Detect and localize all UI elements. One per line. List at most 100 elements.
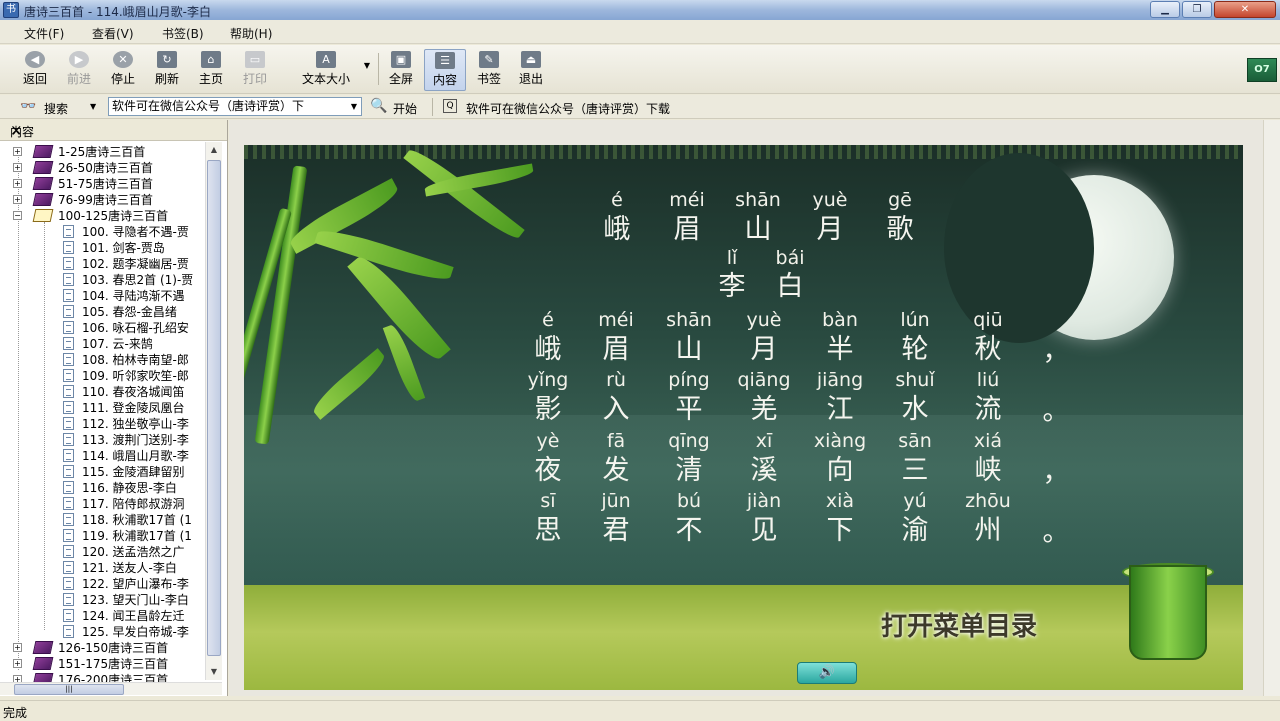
poem-char: 峨 [534,334,562,365]
tree-item-label: 112. 独坐敬亭山-李 [82,417,189,431]
expand-icon[interactable]: + [13,147,22,156]
forward-label: 前进 [66,72,91,86]
scroll-down-arrow[interactable]: ▼ [207,664,221,679]
refresh-icon: ↻ [157,51,177,68]
page-icon [63,449,74,462]
brand-logo: O7 [1247,58,1277,82]
tree-item-label: 115. 金陵酒肆留别 [82,465,185,479]
contents-button[interactable]: ☰ 内容 [424,49,466,91]
open-book-icon [32,209,54,222]
home-button[interactable]: ⌂ 主页 [192,49,230,91]
content-vertical-scrollbar[interactable] [1263,120,1280,696]
chevron-down-icon[interactable]: ▼ [347,98,361,115]
tree-item-label: 116. 静夜思-李白 [82,481,177,495]
expand-icon[interactable]: + [13,675,22,682]
collapse-icon[interactable]: − [13,211,22,220]
toolbar: ◀ 返回 ▶ 前进 ✕ 停止 ↻ 刷新 ⌂ 主页 ▭ 打印 A 文本大小 ▼ ▣ 全屏 ☰ 内容 … [0,45,1280,94]
title-char: 月 [816,214,844,245]
stop-button[interactable]: ✕ 停止 [104,49,142,91]
page-icon [63,497,74,510]
poem-char: 秋 [974,334,1002,365]
book-icon [32,657,54,670]
search-input-value: 软件可在微信公众号（唐诗评赏）下 [112,99,305,113]
bookmark-icon: ✎ [479,51,499,68]
close-icon[interactable]: × [10,121,213,139]
bookmarks-button[interactable]: ✎ 书签 [470,49,508,91]
expand-icon[interactable]: + [13,659,22,668]
print-button[interactable]: ▭ 打印 [236,49,274,91]
page-icon [63,257,74,270]
sidebar-scroll-thumb[interactable] [207,160,221,656]
tree-group-label: 1-25唐诗三百首 [58,145,146,159]
exit-icon: ⏏ [521,51,541,68]
poem-char: 三 [901,455,929,486]
tree-item-label: 102. 题李凝幽居-贾 [82,257,189,271]
fullscreen-button[interactable]: ▣ 全屏 [382,49,420,91]
contents-sidebar: 内容 × +1-25唐诗三百首 +26-50唐诗三百首 +51-75唐诗三百首 +76… [0,120,228,696]
link-icon: Q [443,99,457,113]
exit-button[interactable]: ⏏ 退出 [512,49,550,91]
poem-char: 羌 [750,394,778,425]
search-go-button[interactable]: 开始 [393,100,417,117]
expand-icon[interactable]: + [13,195,22,204]
tree-item-label: 124. 闻王昌龄左迁 [82,609,185,623]
page-icon [63,289,74,302]
page-icon [63,305,74,318]
bamboo-pot-illustration [1129,565,1207,660]
decorative-border [244,145,1243,159]
page-icon [63,417,74,430]
title-char: 歌 [886,214,914,245]
sidebar-vertical-scrollbar[interactable]: ▲ ▼ [205,142,222,680]
sidebar-hscroll-thumb[interactable]: ||| [14,684,124,695]
tree-item-label: 123. 望天门山-李白 [82,593,189,607]
menu-file[interactable]: 文件(F) [24,25,64,42]
menu-help[interactable]: 帮助(H) [230,25,272,42]
tree-item-label: 122. 望庐山瀑布-李 [82,577,189,591]
text-size-icon: A [316,51,336,68]
search-input[interactable]: 软件可在微信公众号（唐诗评赏）下 ▼ [108,97,362,116]
menu-view[interactable]: 查看(V) [92,25,134,42]
text-size-button[interactable]: A 文本大小 [282,49,370,91]
print-label: 打印 [242,72,267,86]
book-icon [32,193,54,206]
sidebar-horizontal-scrollbar[interactable]: ||| [0,682,222,695]
expand-icon[interactable]: + [13,163,22,172]
tree-item-label: 101. 剑客-贾岛 [82,241,165,255]
back-button[interactable]: ◀ 返回 [16,49,54,91]
expand-icon[interactable]: + [13,179,22,188]
printer-icon: ▭ [245,51,265,68]
promo-link[interactable]: 软件可在微信公众号（唐诗评赏）下载 [466,100,670,117]
search-label[interactable]: 搜索 [44,100,68,117]
open-menu-button[interactable]: 打开菜单目录 [844,605,1074,649]
tree-item-label: 120. 送孟浩然之广 [82,545,185,559]
text-size-dropdown-arrow[interactable]: ▼ [360,61,374,75]
forward-arrow-icon: ▶ [69,51,89,68]
home-label: 主页 [198,72,223,86]
tree-group-label: 126-150唐诗三百首 [58,641,169,655]
refresh-button[interactable]: ↻ 刷新 [148,49,186,91]
poem-char: 影 [534,394,562,425]
sound-button[interactable]: 🔊 [797,662,857,684]
menu-bookmarks[interactable]: 书签(B) [162,25,204,42]
scroll-up-arrow[interactable]: ▲ [207,142,221,157]
search-dropdown-arrow[interactable]: ▼ [90,102,96,111]
river-illustration [244,415,1243,585]
page-icon [63,385,74,398]
minimize-button[interactable]: ▁ [1150,1,1180,18]
poem-scene: é méi shān yuè gē 峨眉山月歌 lǐ bái 李白 é méi shān yuè bàn l… [244,145,1243,690]
page-icon [63,241,74,254]
close-button[interactable]: ✕ [1214,1,1276,18]
fullscreen-icon: ▣ [391,51,411,68]
page-icon [63,465,74,478]
tree-item-label: 119. 秋浦歌17首 (1 [82,529,192,543]
toolbar-separator [378,53,379,85]
bamboo-leaf [403,145,525,245]
expand-icon[interactable]: + [13,643,22,652]
tree-item-label: 121. 送友人-李白 [82,561,177,575]
maximize-button[interactable]: ❐ [1182,1,1212,18]
forward-button[interactable]: ▶ 前进 [60,49,98,91]
poem-char: 向 [826,455,854,486]
poem-char: 流 [974,394,1002,425]
content-pane: é méi shān yuè gē 峨眉山月歌 lǐ bái 李白 é méi shān yuè bàn l… [229,120,1280,696]
tree-item-label: 106. 咏石榴-孔绍安 [82,321,189,335]
